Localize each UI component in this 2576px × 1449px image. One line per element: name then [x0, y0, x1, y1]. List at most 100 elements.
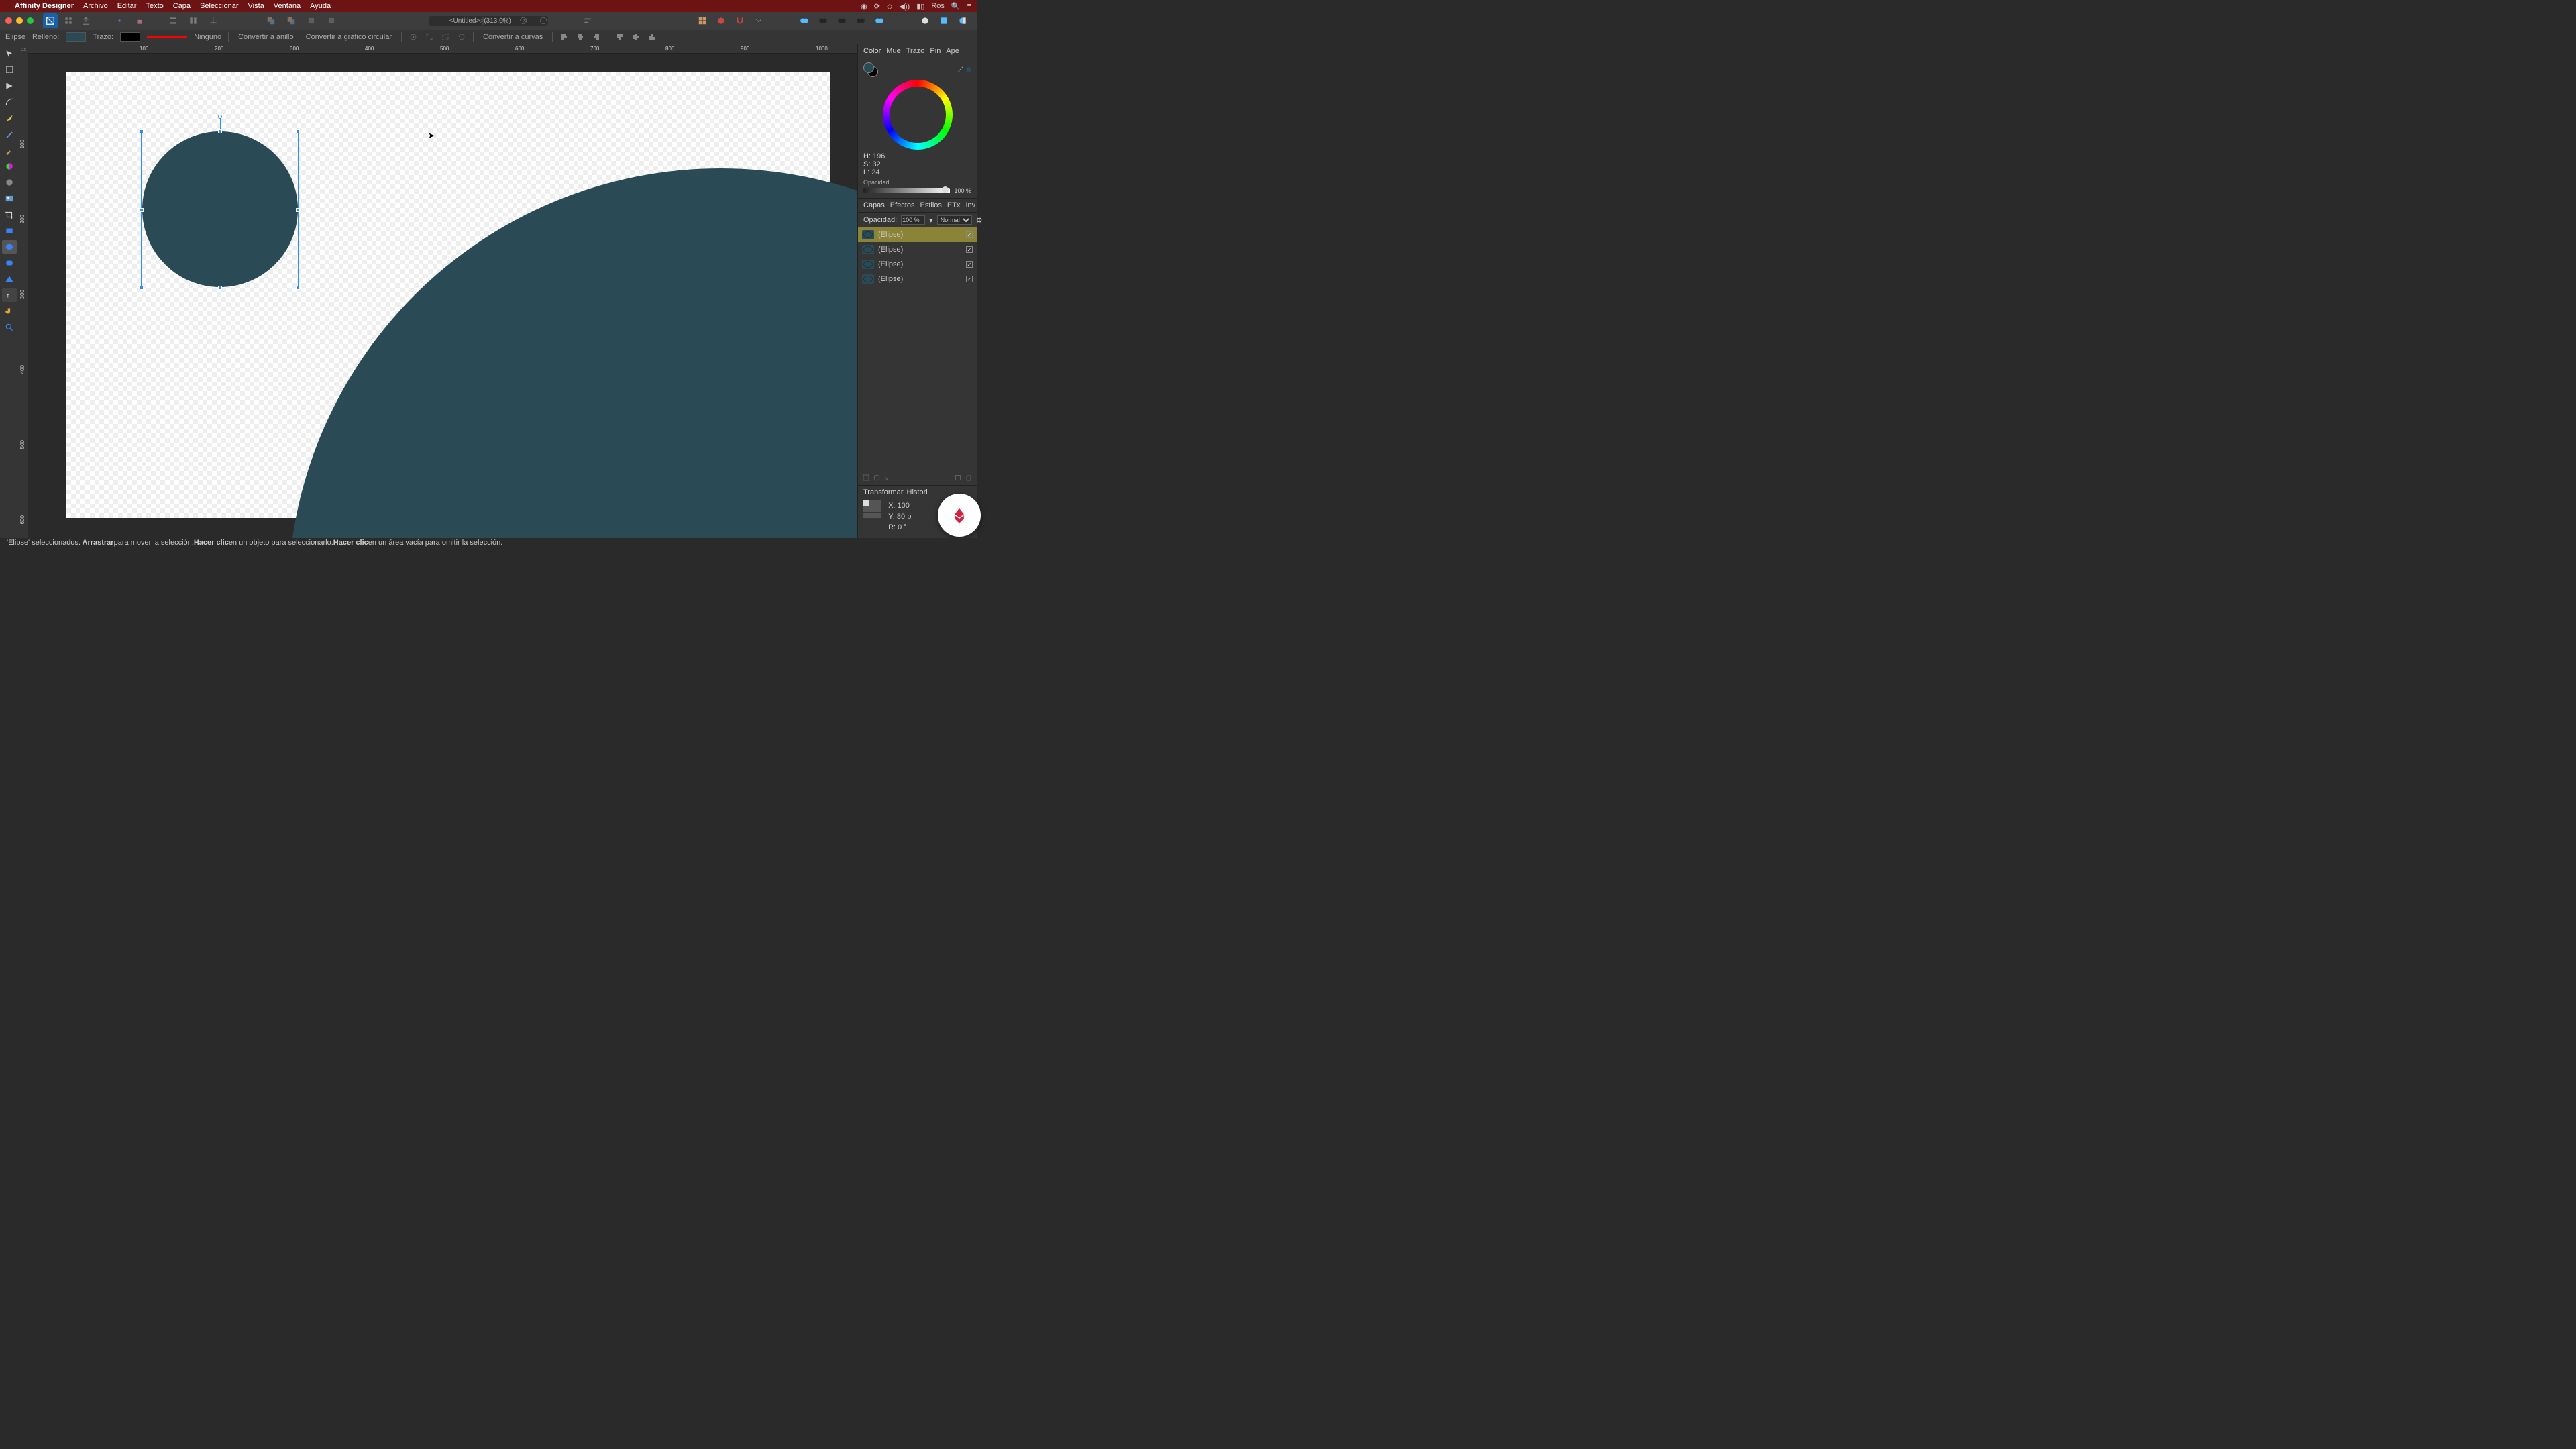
selection-box[interactable] [141, 131, 299, 288]
expand-icon[interactable] [425, 32, 434, 42]
zoom-tool[interactable] [2, 321, 17, 334]
tab-trazo[interactable]: Trazo [906, 47, 925, 55]
resize-handle-nw[interactable] [140, 129, 144, 133]
maximize-button[interactable] [27, 17, 34, 24]
layer-delete-icon[interactable] [965, 474, 973, 484]
canvas[interactable]: ➤ [28, 54, 857, 538]
spotlight-icon[interactable]: 🔍 [951, 2, 961, 11]
menu-vista[interactable]: Vista [248, 2, 264, 10]
align-bottom-icon[interactable] [647, 32, 657, 42]
flip-v-icon[interactable] [496, 14, 510, 28]
rounded-rect-tool[interactable] [2, 256, 17, 270]
opacity-slider[interactable]: 100 % [863, 187, 971, 194]
tab-efectos[interactable]: Efectos [890, 201, 915, 209]
menu-seleccionar[interactable]: Seleccionar [200, 2, 238, 10]
artboard-tool[interactable] [2, 63, 17, 76]
battery-icon[interactable]: ▮▯ [916, 2, 924, 11]
divide-op-icon[interactable] [853, 13, 868, 28]
layer-item[interactable]: (Elipse)✓ [858, 272, 977, 286]
layer-visible-checkbox[interactable]: ✓ [966, 276, 973, 282]
ellipse-tool[interactable] [2, 240, 17, 254]
layer-item[interactable]: (Elipse)✓ [858, 227, 977, 242]
transform-y[interactable]: Y: 80 p [888, 511, 911, 522]
grid-icon[interactable] [695, 13, 710, 28]
color-wheel[interactable] [883, 80, 953, 150]
persona-export[interactable] [79, 14, 93, 28]
tab-inv[interactable]: Inv [965, 201, 975, 209]
layer-opacity-input[interactable] [901, 215, 925, 225]
tab-estilos[interactable]: Estilos [920, 201, 941, 209]
resize-handle-s[interactable] [218, 286, 222, 290]
tab-ape[interactable]: Ape [946, 47, 959, 55]
menu-ayuda[interactable]: Ayuda [310, 2, 331, 10]
layer-visible-checkbox[interactable]: ✓ [966, 261, 973, 268]
persona-designer[interactable] [43, 13, 58, 28]
align-right-icon[interactable] [592, 32, 601, 42]
record-icon[interactable]: ◉ [861, 2, 867, 11]
snapping-icon[interactable] [714, 13, 729, 28]
pencil-tool[interactable] [2, 127, 17, 141]
view-box-icon[interactable] [936, 13, 951, 28]
user-name[interactable]: Ros [931, 2, 945, 10]
rectangle-tool[interactable] [2, 224, 17, 237]
fill-swatch[interactable] [66, 32, 86, 42]
close-button[interactable] [5, 17, 12, 24]
rotate-ccw-icon[interactable] [517, 14, 530, 28]
rotate-cw-icon[interactable] [537, 14, 550, 28]
magnet-icon[interactable] [733, 13, 747, 28]
menu-ventana[interactable]: Ventana [274, 2, 301, 10]
big-ellipse-shape[interactable] [288, 168, 857, 538]
view-sphere-icon[interactable] [918, 13, 932, 28]
persona-pixel[interactable] [62, 14, 75, 28]
order-back-icon[interactable] [284, 14, 298, 28]
transform-r[interactable]: R: 0 ° [888, 522, 911, 533]
tab-mue[interactable]: Mue [886, 47, 900, 55]
menu-icon[interactable]: ≡ [967, 2, 971, 10]
fill-stroke-swatch[interactable] [863, 62, 878, 77]
transform-x[interactable]: X: 100 [888, 500, 911, 511]
order-front-icon[interactable] [264, 14, 278, 28]
resize-handle-ne[interactable] [296, 129, 300, 133]
add-op-icon[interactable] [797, 13, 812, 28]
cycle-icon[interactable] [457, 32, 466, 42]
resize-handle-e[interactable] [296, 208, 300, 212]
align-vcenter-icon[interactable] [631, 32, 641, 42]
layer-adjust-icon[interactable] [873, 474, 881, 484]
text-tool[interactable]: T [2, 288, 17, 302]
layer-fx-icon[interactable]: fx [883, 474, 892, 484]
order-backward-icon[interactable] [325, 14, 338, 28]
resize-handle-se[interactable] [296, 286, 300, 290]
fill-tool[interactable] [2, 160, 17, 173]
layer-visible-checkbox[interactable]: ✓ [966, 246, 973, 253]
app-name[interactable]: Affinity Designer [15, 2, 74, 10]
stroke-swatch[interactable] [120, 32, 140, 42]
target-icon[interactable] [409, 32, 418, 42]
hand-tool[interactable] [2, 305, 17, 318]
align-spacing-icon[interactable] [186, 14, 200, 28]
snap-icon[interactable] [113, 14, 126, 28]
recent-color[interactable] [966, 67, 971, 72]
resize-handle-w[interactable] [140, 208, 144, 212]
flip-h-icon[interactable] [476, 14, 490, 28]
minimize-button[interactable] [16, 17, 23, 24]
order-forward-icon[interactable] [305, 14, 318, 28]
layer-item[interactable]: (Elipse)✓ [858, 242, 977, 257]
layer-item[interactable]: (Elipse)✓ [858, 257, 977, 272]
ctx-none[interactable]: Ninguno [194, 33, 221, 41]
crop-tool[interactable] [2, 208, 17, 221]
combine-op-icon[interactable] [872, 13, 887, 28]
align-panel-icon[interactable] [581, 14, 594, 28]
tab-color[interactable]: Color [863, 47, 881, 55]
move-tool[interactable] [2, 47, 17, 60]
layer-visible-checkbox[interactable]: ✓ [966, 231, 973, 238]
tab-etx[interactable]: ETx [947, 201, 961, 209]
menu-texto[interactable]: Texto [146, 2, 163, 10]
dropdown-icon[interactable] [751, 13, 766, 28]
align-top-icon[interactable] [615, 32, 625, 42]
align-left-icon[interactable] [559, 32, 569, 42]
pen-tool[interactable] [2, 111, 17, 125]
corner-tool[interactable] [2, 95, 17, 109]
transparency-tool[interactable] [2, 176, 17, 189]
convert-pie-button[interactable]: Convertir a gráfico circular [303, 33, 394, 41]
subtract-op-icon[interactable] [816, 13, 830, 28]
